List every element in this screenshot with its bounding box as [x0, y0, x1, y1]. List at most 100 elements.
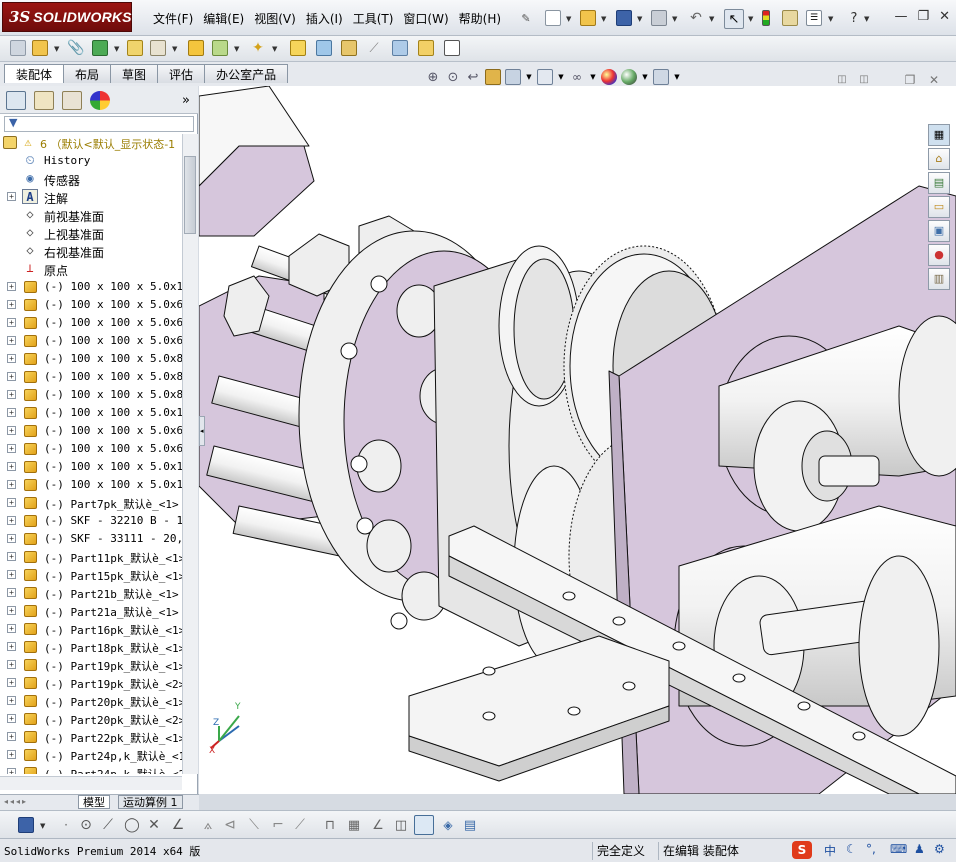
tree-filter-input[interactable]: ▼	[4, 116, 194, 132]
tab-evaluate[interactable]: 评估	[157, 64, 206, 83]
menu-file[interactable]: 文件(F)	[148, 8, 198, 29]
solidworks-logo[interactable]: 3S SOLIDWORKS	[2, 2, 132, 32]
zoom-to-area-icon[interactable]: ⊙	[445, 69, 461, 85]
open-dropdown-icon[interactable]: ▼	[601, 15, 606, 23]
file-properties-icon[interactable]	[782, 10, 798, 26]
fillet-icon[interactable]: ⌐	[270, 817, 286, 833]
tab-layout[interactable]: 布局	[63, 64, 112, 83]
rebuild-traffic-light-icon[interactable]	[762, 10, 770, 26]
menu-edit[interactable]: 编辑(E)	[198, 8, 249, 29]
save-icon[interactable]	[616, 10, 632, 26]
expand-toggle-icon[interactable]: +	[7, 588, 16, 597]
tree-root[interactable]: ⚠ 6 （默认<默认_显示状态-1	[0, 134, 182, 152]
tree-item[interactable]: + (-) Part18pk_默认è_<1>	[0, 638, 182, 656]
view-orientation-icon[interactable]	[505, 69, 521, 85]
expand-toggle-icon[interactable]: +	[7, 390, 16, 399]
view-settings-dropdown-icon[interactable]: ▼	[673, 69, 681, 85]
save-bottom-icon[interactable]	[18, 817, 34, 833]
tab-motion-study[interactable]: 运动算例 1	[118, 795, 183, 809]
menu-insert[interactable]: 插入(I)	[301, 8, 348, 29]
edit-appearance-icon[interactable]	[601, 69, 617, 85]
expand-toggle-icon[interactable]: +	[7, 300, 16, 309]
mirror-icon[interactable]: ⟑	[200, 817, 216, 833]
point-icon[interactable]: ·	[58, 817, 74, 833]
centerline-icon[interactable]: ⟋	[292, 817, 308, 833]
expand-toggle-icon[interactable]: +	[7, 336, 16, 345]
tree-item[interactable]: ⏲ History	[0, 152, 182, 170]
custom-properties-icon[interactable]: ▥	[928, 268, 950, 290]
expand-panel-icon[interactable]: »	[178, 92, 194, 108]
expand-toggle-icon[interactable]: +	[7, 192, 16, 201]
select-cursor-icon[interactable]: ↖	[724, 9, 744, 29]
clearance-verification-icon[interactable]	[418, 40, 434, 56]
expand-toggle-icon[interactable]: +	[7, 732, 16, 741]
grid-icon[interactable]: ▦	[346, 817, 362, 833]
tree-item[interactable]: ◇ 右视基准面	[0, 242, 182, 260]
save-bottom-dropdown-icon[interactable]: ▼	[40, 822, 45, 830]
light-view-icon[interactable]: ◈	[440, 817, 456, 833]
print-icon[interactable]	[651, 10, 667, 26]
tree-item[interactable]: + (-) 100 x 100 x 5.0x800	[0, 368, 182, 386]
expand-toggle-icon[interactable]: +	[7, 750, 16, 759]
tree-item[interactable]: + (-) Part22pk_默认è_<1>	[0, 728, 182, 746]
tree-item[interactable]: + (-) 100 x 100 x 5.0x600	[0, 296, 182, 314]
trim-icon[interactable]: ✕	[146, 817, 162, 833]
tree-item[interactable]: + (-) Part19pk_默认è_<2>	[0, 674, 182, 692]
box-wireframe-icon[interactable]: ◫	[393, 817, 409, 833]
bill-of-materials-icon[interactable]	[316, 40, 332, 56]
ime-keyboard-icon[interactable]: ⌨	[890, 842, 907, 856]
apply-scene-icon[interactable]	[621, 69, 637, 85]
insert-component-icon[interactable]	[10, 40, 26, 56]
ime-moon-icon[interactable]: ☾	[846, 842, 857, 856]
tree-item[interactable]: + (-) 100 x 100 x 5.0x600	[0, 332, 182, 350]
tree-scrollbar-thumb[interactable]	[184, 156, 196, 234]
display-style-dropdown-icon[interactable]: ▼	[557, 69, 565, 85]
menu-window[interactable]: 窗口(W)	[398, 8, 453, 29]
circle-icon[interactable]: ⊙	[78, 817, 94, 833]
exploded-view-icon[interactable]	[341, 40, 357, 56]
move-component-icon[interactable]	[150, 40, 166, 56]
configuration-manager-tab-icon[interactable]	[62, 91, 82, 110]
feature-tree-tab-icon[interactable]	[6, 91, 26, 110]
new-part-dropdown-icon[interactable]: ▼	[54, 45, 59, 53]
new-motion-study-icon[interactable]	[290, 40, 306, 56]
tree-item[interactable]: + (-) 100 x 100 x 5.0x120	[0, 404, 182, 422]
tree-item[interactable]: + (-) SKF - 32210 B - 18,	[0, 512, 182, 530]
expand-toggle-icon[interactable]: +	[7, 552, 16, 561]
tree-item[interactable]: ◇ 上视基准面	[0, 224, 182, 242]
tree-item[interactable]: ⊥ 原点	[0, 260, 182, 278]
pattern-dropdown-icon[interactable]: ▼	[114, 45, 119, 53]
expand-toggle-icon[interactable]: +	[7, 462, 16, 471]
previous-view-icon[interactable]: ↩	[465, 69, 481, 85]
tree-item[interactable]: + (-) 100 x 100 x 5.0x600	[0, 422, 182, 440]
expand-toggle-icon[interactable]: +	[7, 498, 16, 507]
file-explorer-icon[interactable]: ▭	[928, 196, 950, 218]
zoom-to-fit-icon[interactable]: ⊕	[425, 69, 441, 85]
display-style-icon[interactable]	[537, 69, 553, 85]
expand-toggle-icon[interactable]: +	[7, 642, 16, 651]
shaded-view-icon[interactable]	[414, 815, 434, 835]
new-document-icon[interactable]	[545, 10, 561, 26]
expand-toggle-icon[interactable]: +	[7, 624, 16, 633]
table-view-icon[interactable]: ▤	[462, 817, 478, 833]
tree-item[interactable]: + (-) 100 x 100 x 5.0x120	[0, 278, 182, 296]
expand-toggle-icon[interactable]: +	[7, 318, 16, 327]
ime-punct-icon[interactable]: °,	[866, 842, 876, 856]
section-view-icon[interactable]	[485, 69, 501, 85]
tree-item[interactable]: ◉ 传感器	[0, 170, 182, 188]
menu-view[interactable]: 视图(V)	[249, 8, 301, 29]
features-dropdown-icon[interactable]: ▼	[234, 45, 239, 53]
expand-toggle-icon[interactable]: +	[7, 372, 16, 381]
panel-collapse-handle[interactable]: ◂	[199, 416, 205, 446]
expand-toggle-icon[interactable]: +	[7, 696, 16, 705]
tree-item[interactable]: + (-) Part21a_默认è_<1> (	[0, 602, 182, 620]
display-manager-tab-icon[interactable]	[90, 91, 110, 110]
hide-show-items-icon[interactable]: ∞	[569, 69, 585, 85]
tree-item[interactable]: + (-) 100 x 100 x 5.0x800	[0, 350, 182, 368]
interference-detection-icon[interactable]	[392, 40, 408, 56]
ime-tools-icon[interactable]: ⚙	[934, 842, 945, 856]
new-dropdown-icon[interactable]: ▼	[566, 15, 571, 23]
expand-toggle-icon[interactable]: +	[7, 444, 16, 453]
expand-toggle-icon[interactable]: +	[7, 354, 16, 363]
tab-model[interactable]: 模型	[78, 795, 110, 809]
